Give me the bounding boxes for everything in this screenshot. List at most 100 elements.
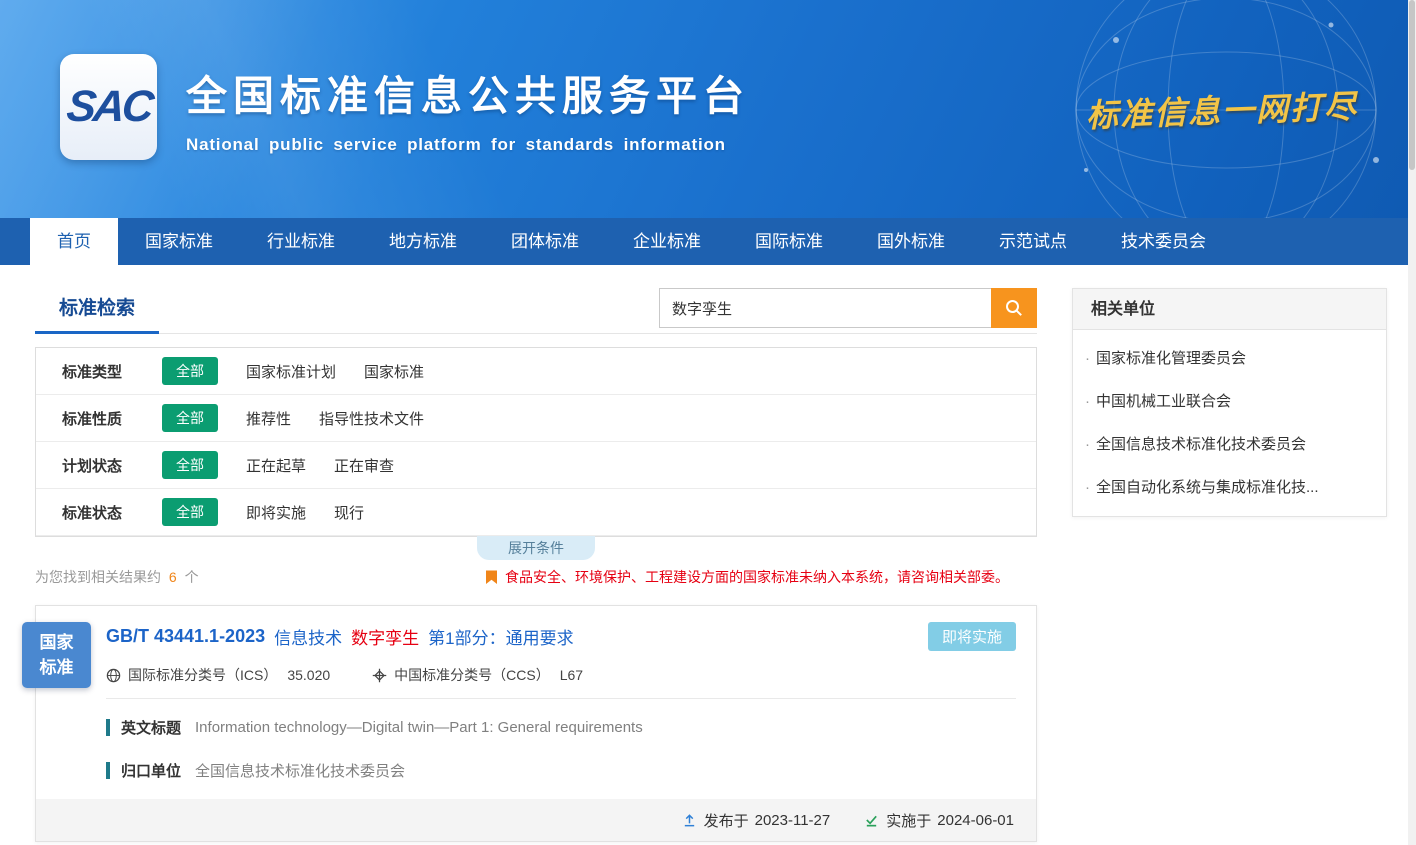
filter-all-button[interactable]: 全部	[162, 451, 218, 479]
type-badge-line: 标准	[40, 655, 74, 680]
site-title-block: 全国标准信息公共服务平台 National public service pla…	[186, 62, 750, 155]
nav-item-foreign-standards[interactable]: 国外标准	[850, 218, 972, 265]
accent-bar	[106, 762, 110, 779]
filter-all-button[interactable]: 全部	[162, 498, 218, 526]
ccs-label: 中国标准分类号（CCS）	[394, 665, 550, 685]
nav-item-home[interactable]: 首页	[30, 218, 118, 265]
sac-logo-text: SAC	[64, 82, 153, 132]
publish-label: 发布于	[704, 810, 749, 831]
related-units-panel: 相关单位 国家标准化管理委员会 中国机械工业联合会 全国信息技术标准化技术委员会…	[1072, 288, 1387, 517]
filter-panel: 标准类型 全部 国家标准计划 国家标准 标准性质 全部 推荐性 指导性技术文件 …	[35, 347, 1037, 537]
sidebar-item-it-standardization-committee[interactable]: 全国信息技术标准化技术委员会	[1073, 422, 1386, 465]
summary-suffix: 个	[185, 569, 199, 585]
card-footer: 发布于 2023-11-27 实施于 2024-06-01	[36, 799, 1036, 841]
filter-label: 标准性质	[62, 408, 162, 429]
ics-value: 35.020	[287, 667, 330, 683]
sidebar-item-machinery-federation[interactable]: 中国机械工业联合会	[1073, 379, 1386, 422]
nav-item-group-standards[interactable]: 团体标准	[484, 218, 606, 265]
ccs-classification: 中国标准分类号（CCS） L67	[372, 665, 583, 685]
related-units-title: 相关单位	[1073, 289, 1386, 330]
filter-label: 标准状态	[62, 502, 162, 523]
site-subtitle: National public service platform for sta…	[186, 135, 750, 155]
standard-title-keyword[interactable]: 数字孪生	[351, 624, 419, 649]
scrollbar[interactable]	[1408, 0, 1416, 845]
filter-row-standard-status: 标准状态 全部 即将实施 现行	[36, 489, 1036, 536]
standard-title-text[interactable]: 第1部分：通用要求	[428, 624, 573, 649]
results-count: 6	[169, 569, 177, 585]
detail-label: 英文标题	[121, 717, 181, 738]
nav-item-technical-committees[interactable]: 技术委员会	[1094, 218, 1233, 265]
compass-icon	[372, 668, 387, 683]
nav-item-enterprise-standards[interactable]: 企业标准	[606, 218, 728, 265]
result-card: 国家 标准 GB/T 43441.1-2023 信息技术 数字孪生 第1部分：通…	[35, 605, 1037, 842]
site-title: 全国标准信息公共服务平台	[186, 62, 750, 122]
filter-row-plan-status: 计划状态 全部 正在起草 正在审查	[36, 442, 1036, 489]
filter-option[interactable]: 推荐性	[246, 408, 291, 429]
search-box	[659, 288, 1037, 328]
implement-date: 2024-06-01	[937, 812, 1014, 829]
site-header: SAC 全国标准信息公共服务平台 National public service…	[0, 0, 1416, 218]
filter-label: 标准类型	[62, 361, 162, 382]
search-input[interactable]	[659, 288, 991, 328]
status-badge: 即将实施	[928, 622, 1016, 651]
nav-item-local-standards[interactable]: 地方标准	[362, 218, 484, 265]
scrollbar-thumb[interactable]	[1409, 0, 1415, 170]
filter-option[interactable]: 现行	[334, 502, 364, 523]
detail-label: 归口单位	[121, 760, 181, 781]
filter-all-button[interactable]: 全部	[162, 404, 218, 432]
ccs-value: L67	[560, 667, 583, 683]
standard-title-text[interactable]: 信息技术	[274, 624, 342, 649]
globe-icon	[106, 668, 121, 683]
ics-label: 国际标准分类号（ICS）	[128, 665, 277, 685]
filter-label: 计划状态	[62, 455, 162, 476]
classification-row: 国际标准分类号（ICS） 35.020 中国标准分类号（CCS） L67	[106, 665, 1016, 685]
search-button[interactable]	[991, 288, 1037, 328]
committee-value: 全国信息技术标准化技术委员会	[195, 760, 405, 781]
content-area: 标准检索 标准类型 全部 国家标准计划 国家	[0, 265, 1416, 842]
ics-classification: 国际标准分类号（ICS） 35.020	[106, 665, 330, 685]
tab-standard-search[interactable]: 标准检索	[35, 288, 159, 334]
slogan-text: 标准信息一网打尽	[1085, 81, 1358, 136]
notice-text: 食品安全、环境保护、工程建设方面的国家标准未纳入本系统，请咨询相关部委。	[505, 567, 1009, 587]
nav-item-pilot-projects[interactable]: 示范试点	[972, 218, 1094, 265]
upload-icon	[682, 813, 697, 828]
flag-icon	[485, 570, 498, 585]
system-notice: 食品安全、环境保护、工程建设方面的国家标准未纳入本系统，请咨询相关部委。	[485, 567, 1009, 587]
english-title-value: Information technology—Digital twin—Part…	[195, 719, 643, 736]
results-info-row: 为您找到相关结果约 6 个 食品安全、环境保护、工程建设方面的国家标准未纳入本系…	[35, 567, 1037, 587]
nav-item-industry-standards[interactable]: 行业标准	[240, 218, 362, 265]
implement-date-item: 实施于 2024-06-01	[864, 810, 1014, 831]
accent-bar	[106, 719, 110, 736]
filter-option[interactable]: 国家标准	[364, 361, 424, 382]
expand-conditions-button[interactable]: 展开条件	[477, 536, 595, 560]
search-header: 标准检索	[35, 288, 1037, 334]
main-column: 标准检索 标准类型 全部 国家标准计划 国家	[35, 288, 1037, 842]
check-icon	[864, 813, 879, 828]
filter-option[interactable]: 国家标准计划	[246, 361, 336, 382]
filter-all-button[interactable]: 全部	[162, 357, 218, 385]
nav-item-national-standards[interactable]: 国家标准	[118, 218, 240, 265]
divider	[106, 698, 1016, 699]
filter-option[interactable]: 即将实施	[246, 502, 306, 523]
filter-row-standard-type: 标准类型 全部 国家标准计划 国家标准	[36, 348, 1036, 395]
sac-logo[interactable]: SAC	[60, 54, 157, 160]
sidebar-item-sac-committee[interactable]: 国家标准化管理委员会	[1073, 336, 1386, 379]
sidebar-item-automation-systems-committee[interactable]: 全国自动化系统与集成标准化技...	[1073, 465, 1386, 508]
nav-item-international-standards[interactable]: 国际标准	[728, 218, 850, 265]
filter-row-standard-nature: 标准性质 全部 推荐性 指导性技术文件	[36, 395, 1036, 442]
main-nav: 首页 国家标准 行业标准 地方标准 团体标准 企业标准 国际标准 国外标准 示范…	[0, 218, 1416, 265]
card-title-row: GB/T 43441.1-2023 信息技术 数字孪生 第1部分：通用要求 即将…	[106, 622, 1016, 651]
card-body: GB/T 43441.1-2023 信息技术 数字孪生 第1部分：通用要求 即将…	[36, 606, 1036, 799]
standard-code-link[interactable]: GB/T 43441.1-2023	[106, 626, 265, 647]
sidebar: 相关单位 国家标准化管理委员会 中国机械工业联合会 全国信息技术标准化技术委员会…	[1072, 288, 1387, 842]
filter-option[interactable]: 正在起草	[246, 455, 306, 476]
committee-row: 归口单位 全国信息技术标准化技术委员会	[106, 760, 1016, 781]
publish-date: 2023-11-27	[755, 812, 831, 829]
filter-option[interactable]: 正在审查	[334, 455, 394, 476]
standard-type-badge: 国家 标准	[22, 622, 91, 688]
related-units-list: 国家标准化管理委员会 中国机械工业联合会 全国信息技术标准化技术委员会 全国自动…	[1073, 330, 1386, 516]
publish-date-item: 发布于 2023-11-27	[682, 810, 831, 831]
english-title-row: 英文标题 Information technology—Digital twin…	[106, 717, 1016, 738]
search-icon	[1005, 299, 1023, 317]
filter-option[interactable]: 指导性技术文件	[319, 408, 424, 429]
